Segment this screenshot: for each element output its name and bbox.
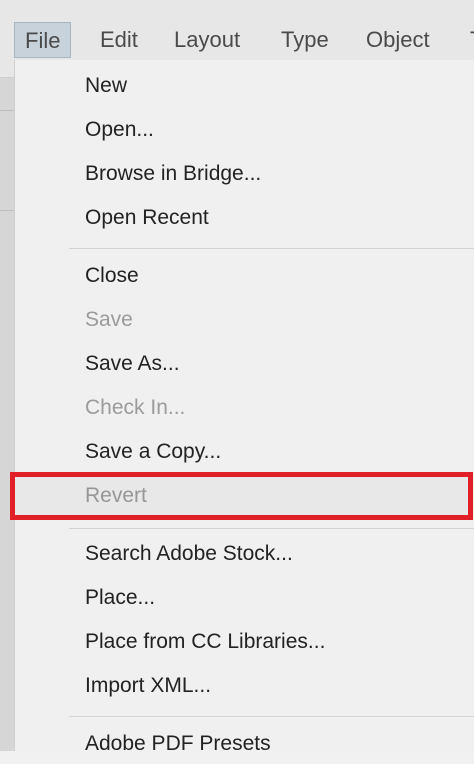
- menu-item-new[interactable]: New: [15, 66, 474, 106]
- menu-item-import-xml[interactable]: Import XML...: [15, 666, 474, 706]
- menu-item-place[interactable]: Place...: [15, 578, 474, 618]
- revert-highlight-box: [10, 472, 473, 520]
- file-menu-dropdown: New Open... Browse in Bridge... Open Rec…: [14, 60, 474, 755]
- menu-next-partial[interactable]: T: [460, 22, 474, 58]
- menu-separator: [69, 248, 474, 249]
- menu-item-save-as[interactable]: Save As...: [15, 344, 474, 384]
- menu-item-close[interactable]: Close: [15, 256, 474, 296]
- app-left-strip: [0, 0, 14, 751]
- left-strip-separator: [0, 210, 14, 211]
- menu-file[interactable]: File: [14, 22, 72, 58]
- menu-item-open-recent[interactable]: Open Recent: [15, 198, 474, 238]
- menu-item-browse-in-bridge[interactable]: Browse in Bridge...: [15, 154, 474, 194]
- left-strip-separator: [0, 110, 14, 111]
- menu-item-check-in: Check In...: [85, 396, 186, 419]
- menu-item-adobe-pdf-presets[interactable]: Adobe PDF Presets: [15, 724, 474, 764]
- menu-layout[interactable]: Layout: [164, 22, 250, 58]
- menu-edit[interactable]: Edit: [90, 22, 148, 58]
- menu-item-search-adobe-stock[interactable]: Search Adobe Stock...: [15, 534, 474, 574]
- menu-item-place-from-cc-libraries[interactable]: Place from CC Libraries...: [15, 622, 474, 662]
- menu-item-save-a-copy[interactable]: Save a Copy...: [15, 432, 474, 472]
- menu-item-save: Save: [85, 308, 133, 331]
- menu-item-open[interactable]: Open...: [15, 110, 474, 150]
- menu-separator: [69, 528, 474, 529]
- menu-separator: [69, 716, 474, 717]
- menu-object[interactable]: Object: [356, 22, 440, 58]
- menu-type[interactable]: Type: [271, 22, 339, 58]
